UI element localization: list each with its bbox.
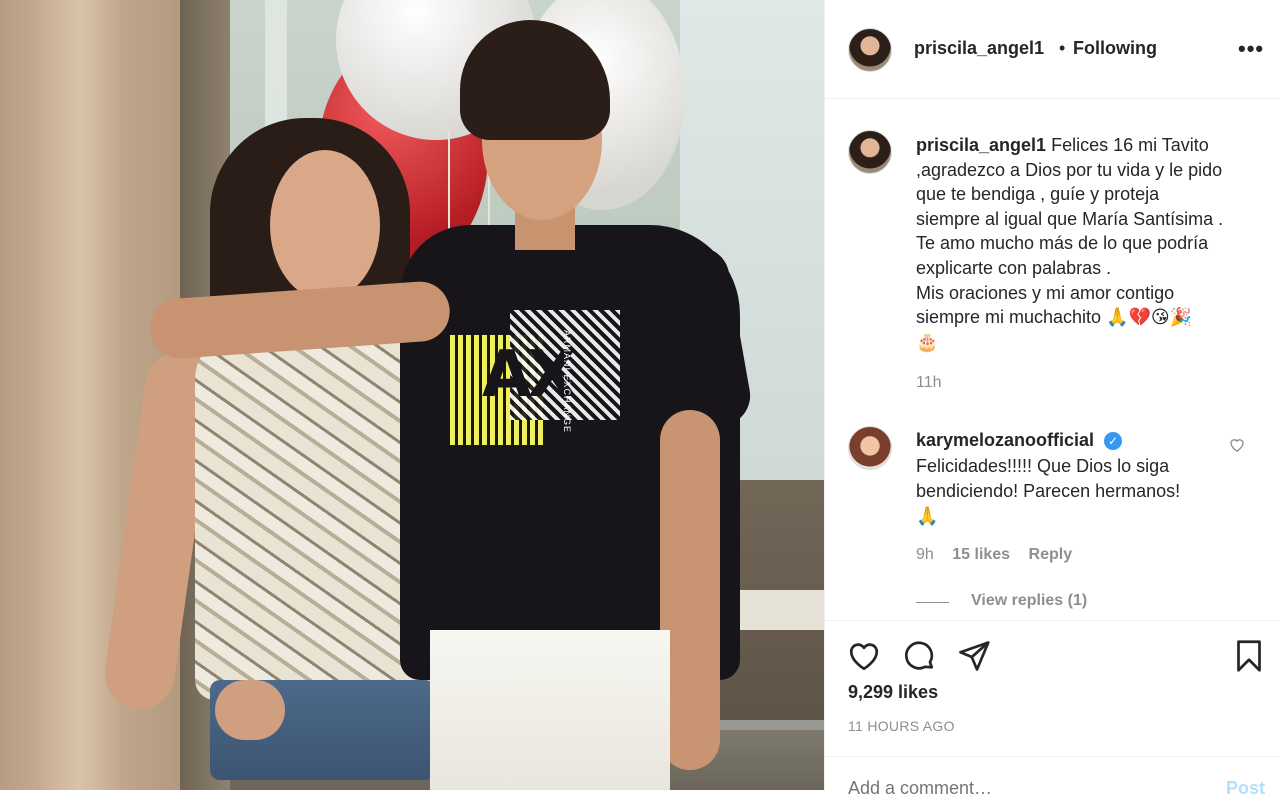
caption-text: Felices 16 mi Tavito	[1051, 135, 1209, 155]
caption-line: siempre mi muchachito 🙏💔😘🎉	[916, 307, 1193, 328]
caption-line: que te bendiga , guíe y proteja	[916, 184, 1160, 205]
comment-text: Felicidades!!!!! Que Dios lo siga bendic…	[916, 454, 1236, 529]
reply-button[interactable]: Reply	[1029, 546, 1073, 563]
comment-likes[interactable]: 15 likes	[952, 546, 1010, 563]
caption-author-avatar[interactable]	[848, 130, 892, 174]
woman-face	[270, 150, 380, 300]
share-icon[interactable]	[956, 638, 992, 674]
commenter-username[interactable]: karymelozanoofficial	[916, 430, 1094, 451]
shirt-logo: AX ARMANI EXCHANGE	[450, 310, 620, 445]
post-timestamp[interactable]: 11 HOURS AGO	[848, 718, 955, 734]
post-photo[interactable]: AX ARMANI EXCHANGE	[0, 0, 824, 790]
caption-line: explicarte con palabras .	[916, 257, 1112, 278]
woman-hand	[215, 680, 285, 740]
caption-username[interactable]: priscila_angel1	[916, 135, 1046, 155]
comment-meta: 9h 15 likes Reply	[916, 546, 1086, 564]
comment-line: bendiciendo! Parecen hermanos!	[916, 481, 1181, 501]
caption-line: 🎂	[916, 331, 939, 352]
likes-count[interactable]: 9,299 likes	[848, 682, 938, 703]
caption-line: siempre al igual que María Santísima .	[916, 208, 1224, 229]
comment-icon[interactable]	[901, 638, 937, 674]
more-horizontal-icon[interactable]: •••	[1238, 36, 1264, 62]
caption-line: priscila_angel1 Felices 16 mi Tavito	[916, 133, 1262, 158]
add-comment-input[interactable]	[848, 778, 1168, 799]
post-comment-button[interactable]: Post	[1226, 778, 1265, 799]
post-caption: priscila_angel1 Felices 16 mi Tavito ,ag…	[916, 133, 1262, 354]
logo-brand-text: ARMANI EXCHANGE	[562, 330, 572, 434]
author-username[interactable]: priscila_angel1	[914, 38, 1044, 59]
comment-line: Felicidades!!!!! Que Dios lo siga	[916, 456, 1170, 476]
post-details-panel: priscila_angel1 • Following ••• priscila…	[824, 0, 1280, 799]
caption-line: Mis oraciones y mi amor contigo	[916, 282, 1175, 303]
commenter-avatar[interactable]	[848, 426, 892, 470]
woman-blouse	[195, 330, 435, 700]
post-header: priscila_angel1 • Following •••	[825, 0, 1280, 99]
view-replies-button[interactable]: View replies (1)	[971, 592, 1087, 610]
boy-pants	[430, 630, 670, 790]
comment-timestamp[interactable]: 9h	[916, 546, 934, 563]
caption-line: Te amo mucho más de lo que podría	[916, 233, 1209, 254]
heart-icon[interactable]	[846, 638, 882, 674]
author-avatar[interactable]	[848, 28, 892, 72]
following-button[interactable]: Following	[1073, 38, 1157, 59]
separator-dot: •	[1059, 38, 1066, 58]
verified-badge-icon: ✓	[1104, 432, 1122, 450]
logo-letters: AX	[482, 338, 577, 412]
caption-line: ,agradezco a Dios por tu vida y le pido	[916, 159, 1223, 180]
comment-line: 🙏	[916, 506, 939, 526]
bookmark-icon[interactable]	[1231, 638, 1267, 674]
view-replies-line	[916, 602, 949, 603]
caption-timestamp[interactable]: 11h	[916, 374, 942, 392]
